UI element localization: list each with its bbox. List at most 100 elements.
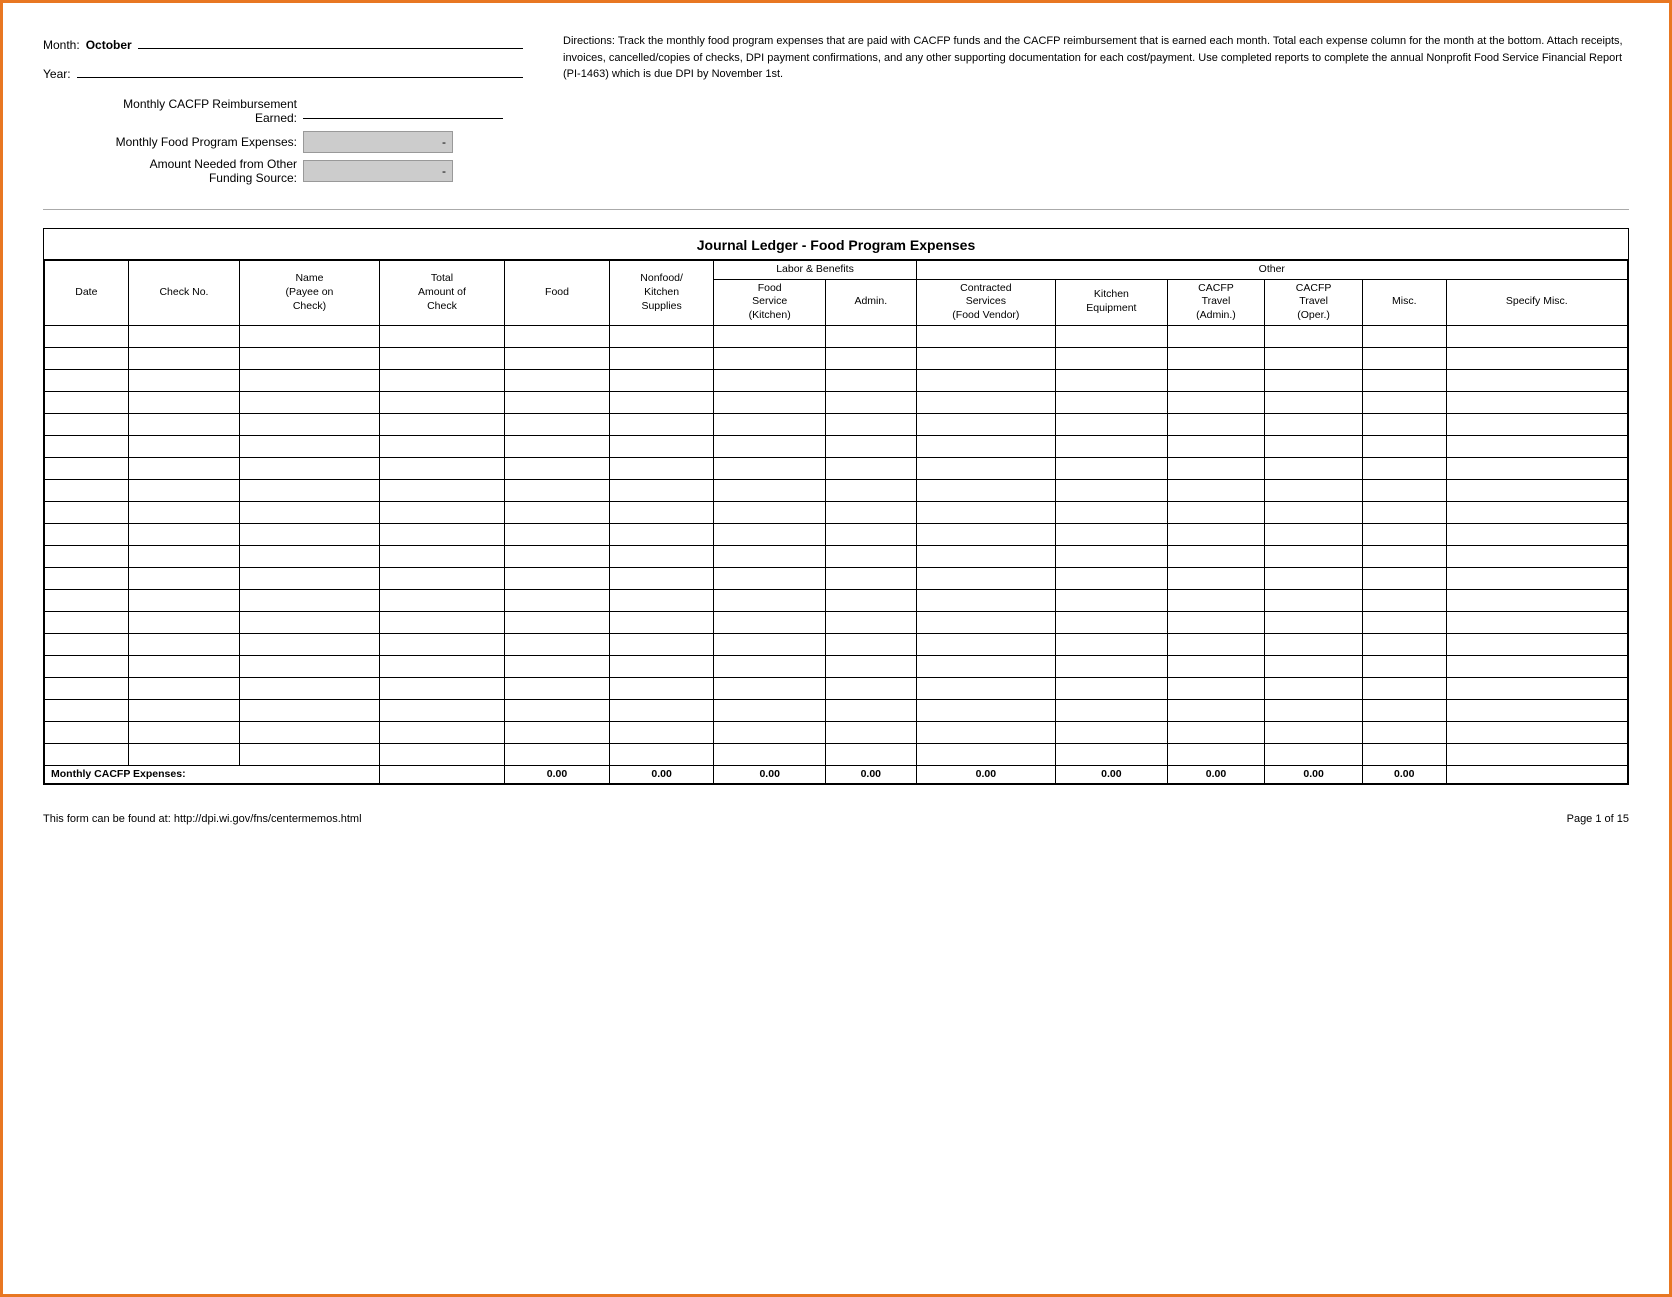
cell-5-1 [128, 435, 240, 457]
cell-2-9 [1056, 369, 1168, 391]
cell-9-8 [916, 523, 1055, 545]
data-row [45, 633, 1628, 655]
year-label: Year: [43, 67, 71, 81]
cell-10-0 [45, 545, 129, 567]
cell-2-2 [240, 369, 379, 391]
cell-19-9 [1056, 743, 1168, 765]
cell-4-13 [1446, 413, 1627, 435]
cell-4-10 [1167, 413, 1265, 435]
cell-12-13 [1446, 589, 1627, 611]
cell-14-12 [1362, 633, 1446, 655]
cell-8-2 [240, 501, 379, 523]
cell-12-5 [609, 589, 714, 611]
cell-14-7 [825, 633, 916, 655]
cell-9-10 [1167, 523, 1265, 545]
page: Month: October Year: Monthly CACFP Reimb… [0, 0, 1672, 1297]
cell-1-9 [1056, 347, 1168, 369]
cell-1-7 [825, 347, 916, 369]
cell-15-13 [1446, 655, 1627, 677]
cell-0-4 [505, 325, 610, 347]
reimbursement-section: Monthly CACFP Reimbursement Earned: Mont… [43, 97, 523, 185]
cell-9-9 [1056, 523, 1168, 545]
cell-12-10 [1167, 589, 1265, 611]
cell-13-10 [1167, 611, 1265, 633]
cell-4-3 [379, 413, 505, 435]
cell-17-0 [45, 699, 129, 721]
cell-1-2 [240, 347, 379, 369]
cell-16-12 [1362, 677, 1446, 699]
cell-2-4 [505, 369, 610, 391]
cell-14-6 [714, 633, 826, 655]
cell-9-5 [609, 523, 714, 545]
page-footer: This form can be found at: http://dpi.wi… [43, 805, 1629, 825]
data-row [45, 699, 1628, 721]
cell-13-7 [825, 611, 916, 633]
data-row [45, 589, 1628, 611]
footer-misc: 0.00 [1362, 765, 1446, 784]
cell-7-1 [128, 479, 240, 501]
cell-17-9 [1056, 699, 1168, 721]
cell-17-13 [1446, 699, 1627, 721]
cell-9-12 [1362, 523, 1446, 545]
cell-16-8 [916, 677, 1055, 699]
col-cacfpadmin-header: CACFPTravel(Admin.) [1167, 279, 1265, 325]
cell-5-6 [714, 435, 826, 457]
cell-14-13 [1446, 633, 1627, 655]
funding-row: Amount Needed from Other Funding Source:… [43, 157, 523, 185]
cell-19-7 [825, 743, 916, 765]
funding-label: Amount Needed from Other Funding Source: [43, 157, 303, 185]
data-row [45, 501, 1628, 523]
footer-contracted: 0.00 [916, 765, 1055, 784]
cell-10-4 [505, 545, 610, 567]
cell-11-13 [1446, 567, 1627, 589]
footer-total-empty [379, 765, 505, 784]
cell-1-0 [45, 347, 129, 369]
cell-3-12 [1362, 391, 1446, 413]
section-divider [43, 209, 1629, 210]
col-cacfpoper-header: CACFPTravel(Oper.) [1265, 279, 1363, 325]
cell-17-5 [609, 699, 714, 721]
cell-6-4 [505, 457, 610, 479]
cell-1-3 [379, 347, 505, 369]
cell-17-4 [505, 699, 610, 721]
cell-8-1 [128, 501, 240, 523]
cell-19-2 [240, 743, 379, 765]
cell-18-12 [1362, 721, 1446, 743]
cell-7-2 [240, 479, 379, 501]
cell-15-2 [240, 655, 379, 677]
cell-9-2 [240, 523, 379, 545]
cell-16-5 [609, 677, 714, 699]
cell-3-6 [714, 391, 826, 413]
cell-2-12 [1362, 369, 1446, 391]
footer-cacfpoper: 0.00 [1265, 765, 1363, 784]
cell-19-1 [128, 743, 240, 765]
footer-specmisc-empty [1446, 765, 1627, 784]
footer-food: 0.00 [505, 765, 610, 784]
cell-14-0 [45, 633, 129, 655]
cell-19-10 [1167, 743, 1265, 765]
ledger-footer: Monthly CACFP Expenses: 0.00 0.00 0.00 0… [45, 765, 1628, 784]
cell-1-10 [1167, 347, 1265, 369]
cell-18-9 [1056, 721, 1168, 743]
cell-19-5 [609, 743, 714, 765]
cell-17-2 [240, 699, 379, 721]
cell-6-0 [45, 457, 129, 479]
cell-11-12 [1362, 567, 1446, 589]
cell-13-0 [45, 611, 129, 633]
reimbursement-row: Monthly CACFP Reimbursement Earned: [43, 97, 523, 125]
cell-8-7 [825, 501, 916, 523]
cell-19-6 [714, 743, 826, 765]
cell-13-4 [505, 611, 610, 633]
cell-3-9 [1056, 391, 1168, 413]
year-line [77, 62, 523, 78]
cell-0-12 [1362, 325, 1446, 347]
cell-17-12 [1362, 699, 1446, 721]
cell-13-2 [240, 611, 379, 633]
cell-2-10 [1167, 369, 1265, 391]
cell-19-0 [45, 743, 129, 765]
cell-18-13 [1446, 721, 1627, 743]
cell-10-12 [1362, 545, 1446, 567]
cell-7-4 [505, 479, 610, 501]
cell-17-1 [128, 699, 240, 721]
cell-5-12 [1362, 435, 1446, 457]
